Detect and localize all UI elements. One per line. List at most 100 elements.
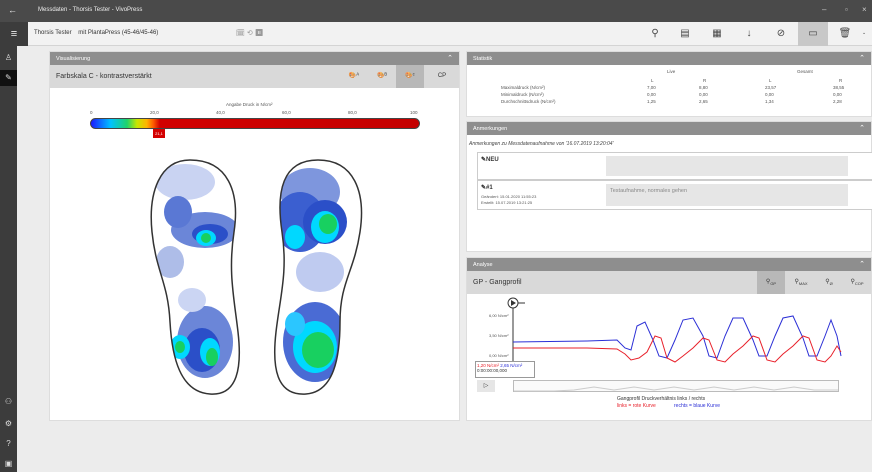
max-pressure-icon[interactable]: ⚲MAX: [787, 271, 815, 294]
new-note-input[interactable]: [606, 156, 848, 176]
right-foot-map: [274, 160, 362, 395]
collapse-icon[interactable]: ⌃: [859, 124, 865, 132]
tag-icon[interactable]: ⚲: [640, 22, 670, 46]
panel-title: Analyse: [473, 262, 493, 268]
sidebar: ♙ ✎ ⚇ ⚙ ? ▣: [0, 46, 17, 472]
download-icon[interactable]: ↓: [734, 22, 764, 46]
live-heading: Live: [667, 69, 676, 74]
window-title: Messdaten - Thorsis Tester - VivoPress: [38, 7, 143, 13]
collapse-icon[interactable]: ⌃: [859, 260, 865, 268]
analyse-toolbar: GP - Gangprofil ⚲GP ⚲MAX ⚲Ø ⚲COP: [467, 271, 871, 294]
value-readout: 1,20 N/cm² 2,65 N/cm² 0:00:00:00,000: [475, 361, 535, 378]
users-icon[interactable]: ⚇: [0, 394, 17, 410]
title-bar: ← Messdaten - Thorsis Tester - VivoPress…: [0, 0, 872, 22]
stat-value: 38,55: [833, 85, 845, 90]
y-label: 0,00 N/cm²: [489, 353, 509, 358]
palette-a-icon[interactable]: 🎨ᴬ: [340, 65, 368, 88]
collapse-icon[interactable]: ⌃: [859, 54, 865, 62]
toolbar: ≡ Thorsis Tester mit PlantaPress (45-46/…: [0, 22, 872, 46]
hamburger-menu-icon[interactable]: ≡: [0, 22, 28, 46]
legend-rechts: rechts = blaue Kurve: [674, 403, 720, 409]
link-icon[interactable]: ⊘: [766, 22, 796, 46]
col-label: L: [651, 78, 654, 83]
panel-header: Analyse ⌃: [467, 258, 871, 271]
anmerkungen-panel: Anmerkungen ⌃ Anmerkungen zu Messdatenau…: [466, 121, 872, 252]
stat-value: 0,00: [765, 92, 774, 97]
panel-title: Visualisierung: [56, 56, 91, 62]
measurement-icon[interactable]: ✎: [0, 70, 17, 86]
stat-value: 1,25: [647, 99, 656, 104]
col-label: R: [703, 78, 707, 83]
panel-header: Statistik ⌃: [467, 52, 871, 65]
panel-header: Anmerkungen ⌃: [467, 122, 871, 135]
visualisierung-panel: Visualisierung ⌃ Farbskala C - kontrastv…: [49, 51, 460, 421]
note-created: Erstellt: 15.07.2019 13:21:25: [481, 200, 533, 205]
stat-value: 7,00: [647, 85, 656, 90]
gait-profile-chart: [507, 297, 842, 366]
y-label: 6,00 N/cm²: [489, 313, 509, 318]
row-label: Maximaldruck (N/cm²): [501, 85, 546, 90]
minimize-icon[interactable]: –: [822, 5, 826, 14]
note-text[interactable]: Testaufnahme, normales gehen: [606, 184, 848, 206]
analyse-title: GP - Gangprofil: [473, 279, 522, 286]
y-label: 3,50 N/cm²: [489, 333, 509, 338]
palette-c-icon[interactable]: 🎨ᶜ: [396, 65, 424, 88]
close-icon[interactable]: ×: [862, 5, 867, 14]
stat-value: 8,80: [699, 85, 708, 90]
maximize-icon[interactable]: ▫: [845, 5, 848, 14]
panel-header: Visualisierung ⌃: [50, 52, 459, 65]
stat-value: 23,57: [765, 85, 777, 90]
scale-toolbar: Farbskala C - kontrastverstärkt 🎨ᴬ 🎨ᴮ 🎨ᶜ…: [50, 65, 459, 88]
panel-title: Anmerkungen: [473, 126, 508, 132]
notes-subtitle: Anmerkungen zu Messdatenaufnahme von '16…: [469, 141, 614, 147]
report-icon[interactable]: ▤: [670, 22, 700, 46]
help-icon[interactable]: ?: [0, 436, 17, 452]
play-button[interactable]: ▷: [477, 380, 495, 392]
statistik-panel: Statistik ⌃ Live Gesamt L R L R Maximald…: [466, 51, 872, 117]
folder-icon[interactable]: ▭: [798, 22, 828, 46]
panel-title: Statistik: [473, 56, 493, 62]
stat-value: 0,00: [647, 92, 656, 97]
color-scale-bar: [90, 118, 420, 129]
palette-b-icon[interactable]: 🎨ᴮ: [368, 65, 396, 88]
note-label: ✎#1: [481, 185, 493, 191]
user-icon[interactable]: ♙: [0, 50, 17, 66]
timeline-scrubber[interactable]: [513, 380, 839, 392]
col-label: R: [839, 78, 843, 83]
settings-icon[interactable]: ⚙: [0, 416, 17, 432]
back-icon[interactable]: ←: [8, 5, 17, 15]
gangprofil-icon[interactable]: ⚲GP: [757, 271, 785, 294]
stat-value: 2,65: [699, 99, 708, 104]
new-note-label[interactable]: ✎NEU: [481, 156, 499, 163]
gesamt-heading: Gesamt: [797, 69, 813, 74]
stat-value: 2,28: [833, 99, 842, 104]
cop-icon[interactable]: ⚲COP: [843, 271, 871, 294]
stat-value: 0,00: [833, 92, 842, 97]
note-row[interactable]: ✎#1 Geändert: 15.01.2020 11:55:23 Erstel…: [477, 180, 872, 210]
scale-label: Farbskala C - kontrastverstärkt: [56, 73, 152, 80]
stat-value: 1,34: [765, 99, 774, 104]
legend-title: Gangprofil Druckverhältnis links / recht…: [617, 396, 706, 402]
col-label: L: [769, 78, 772, 83]
collapse-icon[interactable]: ⌃: [447, 54, 453, 62]
right-curve: [512, 315, 842, 359]
cp-button[interactable]: CP: [428, 65, 456, 88]
scale-marker: 21,1: [153, 129, 165, 138]
readout-time: 0:00:00:00,000: [477, 368, 508, 373]
row-label: Minimaldruck (N/cm²): [501, 92, 544, 97]
scale-ticks: 0 20,0 40,0 60,0 80,0 100: [90, 110, 418, 115]
average-pressure-icon[interactable]: ⚲Ø: [815, 271, 843, 294]
note-changed: Geändert: 15.01.2020 11:55:23: [481, 194, 537, 199]
display-icon[interactable]: ▣: [0, 456, 17, 472]
playback-controls[interactable]: 🗓 ⟲ ⏸: [236, 29, 264, 37]
left-foot-map: [151, 160, 240, 395]
analyse-panel: Analyse ⌃ GP - Gangprofil ⚲GP ⚲MAX ⚲Ø ⚲C…: [466, 257, 872, 421]
left-curve: [513, 335, 842, 363]
row-label: Durchschnittsdruck (N/cm²): [501, 99, 556, 104]
foot-pressure-map: [150, 159, 363, 395]
new-note-row[interactable]: ✎NEU: [477, 152, 872, 180]
report-export-icon[interactable]: ▦: [702, 22, 732, 46]
scale-title: Angabe Druck in N/cm²: [226, 102, 273, 107]
patient-name: Thorsis Tester mit PlantaPress (45-46/45…: [34, 30, 159, 36]
more-icon[interactable]: ·: [856, 22, 872, 46]
